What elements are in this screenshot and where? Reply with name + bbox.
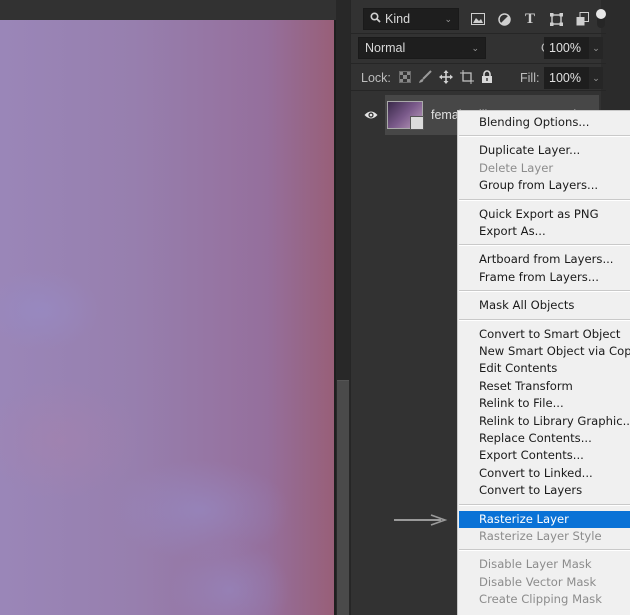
canvas-top-bar: [0, 0, 336, 20]
menu-item-export-as[interactable]: Export As...: [459, 223, 630, 240]
fill-input[interactable]: 100%: [544, 67, 594, 89]
opacity-dropdown-chevron-icon[interactable]: ⌄: [589, 37, 603, 59]
lock-artboard-icon[interactable]: [460, 69, 474, 87]
panel-divider: [351, 63, 606, 64]
menu-separator: [459, 135, 630, 138]
chevron-down-icon: ⌄: [471, 42, 479, 53]
blend-mode-select[interactable]: Normal ⌄: [358, 37, 486, 59]
menu-item-convert-to-smart-object[interactable]: Convert to Smart Object: [459, 326, 630, 343]
menu-item-relink-to-library-graphic[interactable]: Relink to Library Graphic...: [459, 413, 630, 430]
smart-object-badge-icon: [410, 116, 424, 130]
menu-item-group-from-layers[interactable]: Group from Layers...: [459, 177, 630, 194]
type-filter-icon[interactable]: T: [521, 10, 539, 28]
lock-icons: [399, 68, 493, 88]
menu-item-replace-contents[interactable]: Replace Contents...: [459, 430, 630, 447]
menu-item-duplicate-layer[interactable]: Duplicate Layer...: [459, 142, 630, 159]
menu-separator: [459, 244, 630, 247]
panel-divider: [351, 90, 606, 91]
menu-item-new-smart-object-via-copy[interactable]: New Smart Object via Copy: [459, 343, 630, 360]
menu-item-blending-options[interactable]: Blending Options...: [459, 114, 630, 131]
annotation-arrow-icon: [394, 514, 448, 526]
fill-dropdown-chevron-icon[interactable]: ⌄: [589, 67, 603, 89]
menu-item-quick-export-as-png[interactable]: Quick Export as PNG: [459, 206, 630, 223]
layer-thumbnail[interactable]: [387, 101, 424, 130]
search-icon: [370, 12, 381, 26]
menu-item-disable-vector-mask: Disable Vector Mask: [479, 574, 597, 589]
lock-all-icon[interactable]: [481, 69, 493, 87]
menu-separator: [459, 290, 630, 293]
menu-item-delete-layer: Delete Layer: [479, 160, 554, 175]
menu-item-edit-contents[interactable]: Edit Contents: [459, 360, 630, 377]
visibility-eye-icon[interactable]: [364, 109, 378, 121]
menu-item-rasterize-layer-style: Rasterize Layer Style: [479, 529, 602, 543]
chevron-down-icon: ⌄: [444, 13, 452, 24]
menu-item-rasterize-layer[interactable]: Rasterize Layer: [459, 510, 630, 528]
menu-item-reset-transform[interactable]: Reset Transform: [459, 378, 630, 395]
layer-filter-icons: T: [469, 8, 591, 30]
fill-label: Fill:: [520, 71, 540, 85]
filter-kind-select[interactable]: Kind ⌄: [363, 8, 459, 30]
filter-toggle-icon[interactable]: [595, 6, 607, 30]
filter-kind-label: Kind: [385, 12, 411, 26]
menu-item-frame-from-layers[interactable]: Frame from Layers...: [459, 269, 630, 286]
menu-item-relink-to-file[interactable]: Relink to File...: [459, 395, 630, 412]
image-filter-icon[interactable]: [469, 10, 487, 28]
menu-item-mask-all-objects[interactable]: Mask All Objects: [459, 297, 630, 314]
menu-item-artboard-from-layers[interactable]: Artboard from Layers...: [459, 251, 630, 268]
menu-separator: [459, 198, 630, 201]
lock-label: Lock:: [361, 71, 391, 85]
menu-item-create-clipping-mask: Create Clipping Mask: [479, 592, 602, 607]
canvas-scrollbar-thumb[interactable]: [337, 380, 349, 615]
menu-item-convert-to-layers[interactable]: Convert to Layers: [459, 482, 630, 499]
opacity-input[interactable]: 100%: [544, 37, 594, 59]
menu-separator: [459, 549, 630, 552]
menu-item-disable-layer-mask: Disable Layer Mask: [479, 557, 592, 572]
layer-context-menu: Blending Options... Duplicate Layer... Del…: [457, 110, 630, 615]
menu-separator: [459, 503, 630, 506]
menu-item-convert-to-linked[interactable]: Convert to Linked...: [459, 465, 630, 482]
menu-separator: [459, 318, 630, 321]
menu-item-export-contents[interactable]: Export Contents...: [459, 447, 630, 464]
blend-mode-value: Normal: [365, 41, 406, 55]
panel-divider: [351, 33, 606, 34]
document-canvas[interactable]: [0, 20, 334, 615]
lock-transparent-pixels-icon[interactable]: [399, 70, 411, 86]
lock-position-icon[interactable]: [439, 69, 453, 87]
lock-image-pixels-icon[interactable]: [418, 69, 432, 87]
smart-object-filter-icon[interactable]: [573, 10, 591, 28]
adjustment-filter-icon[interactable]: [495, 10, 513, 28]
shape-filter-icon[interactable]: [547, 10, 565, 28]
